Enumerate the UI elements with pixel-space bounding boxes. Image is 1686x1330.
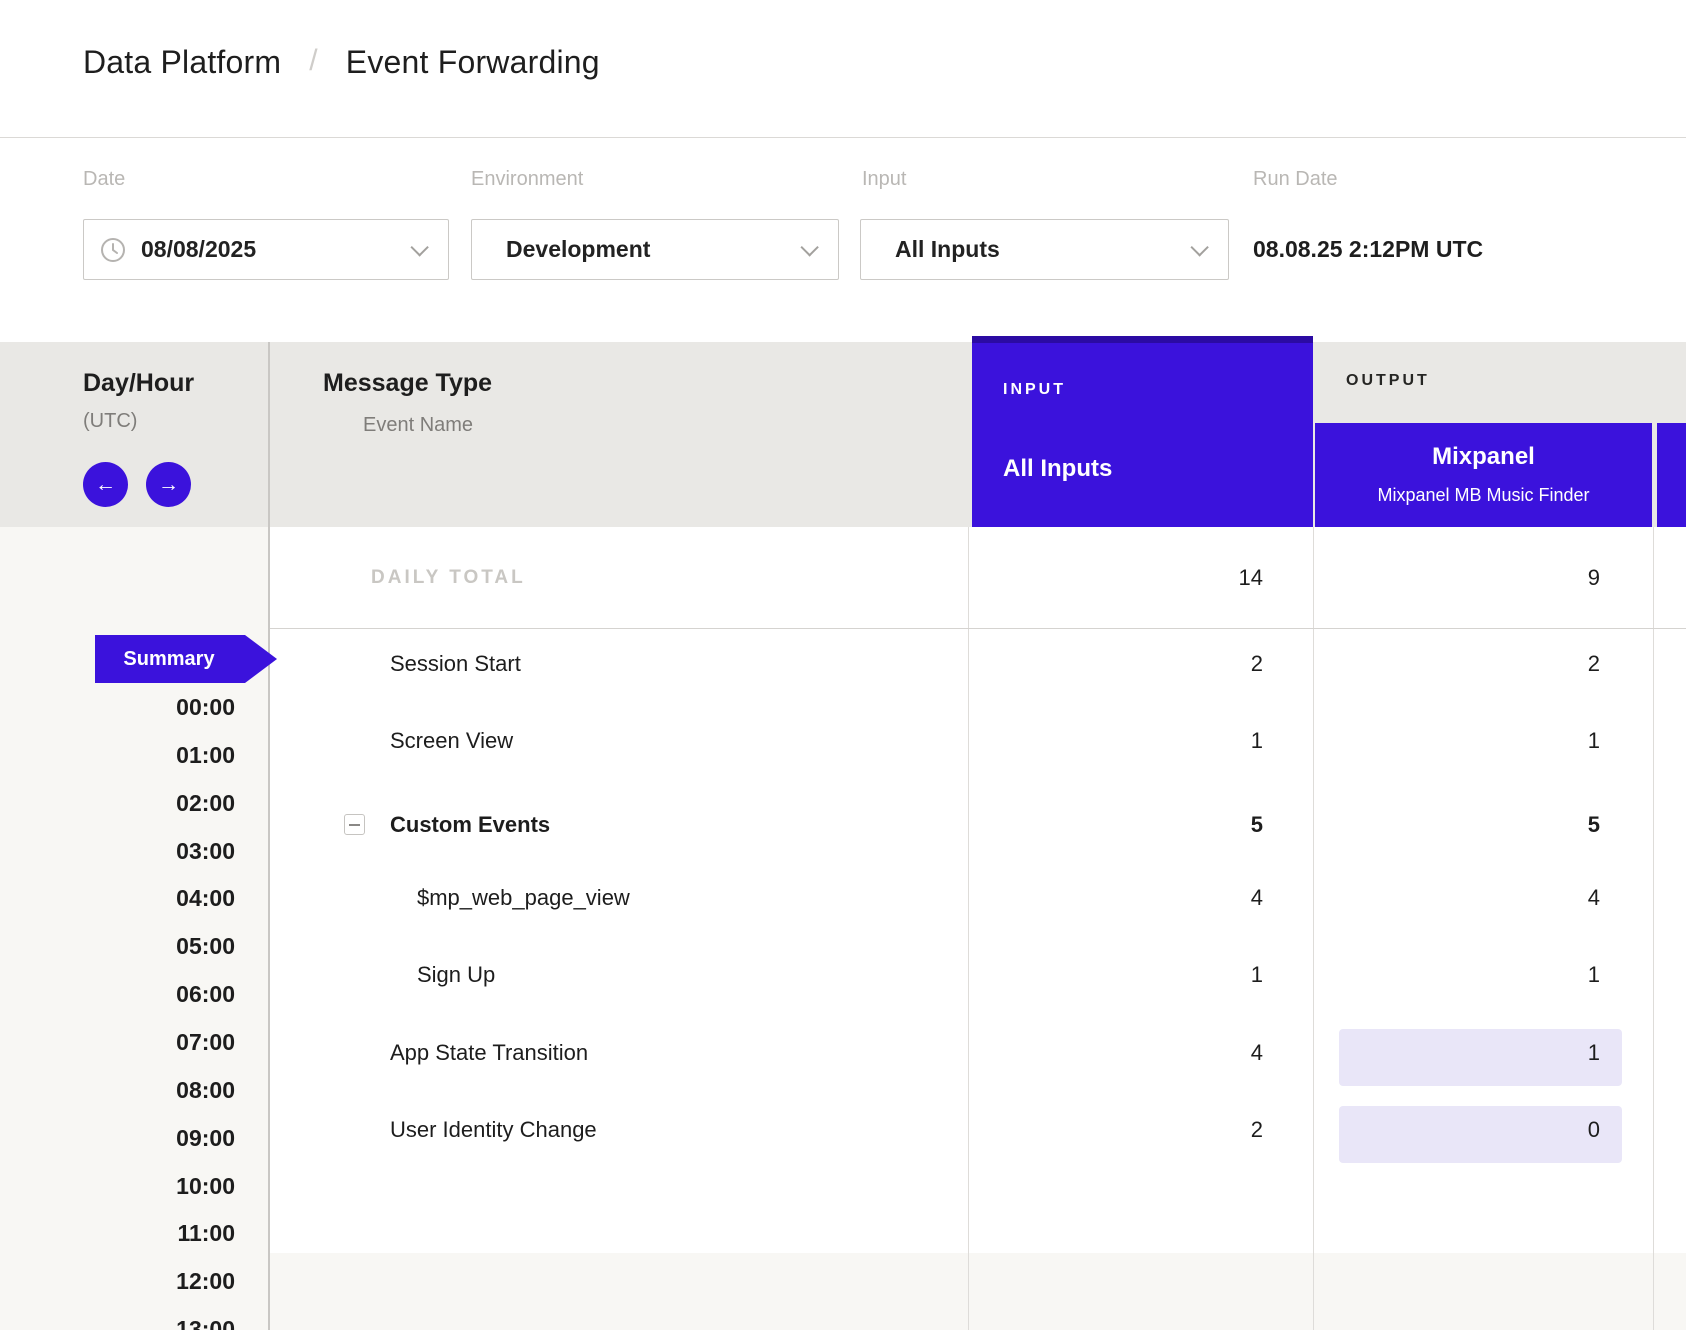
daily-total-divider [270,628,1686,629]
column-divider [1313,527,1314,1330]
output-column-subtitle: Mixpanel MB Music Finder [1315,485,1652,506]
hour-item[interactable]: 10:00 [60,1172,235,1200]
row-label: Screen View [390,726,513,756]
row-label: Sign Up [417,960,495,990]
chevron-down-icon [410,238,428,256]
cell-input-value: 4 [1013,1038,1263,1068]
row-label: App State Transition [390,1038,588,1068]
hour-item[interactable]: 08:00 [60,1076,235,1104]
input-value: All Inputs [895,236,1000,263]
page-title: Event Forwarding [346,44,600,81]
daily-total-output-value: 9 [1350,563,1600,593]
breadcrumb: Data Platform / Event Forwarding [83,44,600,81]
date-value: 08/08/2025 [141,236,256,263]
cell-output-value: 1 [1350,960,1600,990]
input-column-title: All Inputs [1003,455,1112,483]
row-label: User Identity Change [390,1115,597,1145]
daily-total-label: DAILY TOTAL [371,563,526,593]
run-date-label: Run Date [1253,168,1338,191]
row-label: Custom Events [390,810,550,840]
chevron-down-icon [800,238,818,256]
column-divider [268,342,270,1330]
hour-item[interactable]: 06:00 [60,980,235,1008]
output-column-header-cutoff [1657,423,1686,527]
day-hour-subheader: (UTC) [83,408,137,434]
hour-item[interactable]: 12:00 [60,1267,235,1295]
column-divider [1653,527,1654,1330]
run-date-value: 08.08.25 2:12PM UTC [1253,234,1483,264]
cell-input-value: 1 [1013,726,1263,756]
input-label: Input [862,168,906,191]
table-footer-area [268,1253,1686,1330]
hour-item[interactable]: 05:00 [60,932,235,960]
date-dropdown[interactable]: 08/08/2025 [83,219,449,280]
environment-label: Environment [471,168,583,191]
input-dropdown[interactable]: All Inputs [860,219,1229,280]
output-group-label: OUTPUT [1346,370,1430,392]
prev-day-button[interactable]: ← [83,462,128,507]
cell-output-value: 2 [1350,649,1600,679]
environment-value: Development [506,236,650,263]
top-bar: Data Platform / Event Forwarding [0,0,1686,138]
cell-input-value: 1 [1013,960,1263,990]
column-divider [968,527,969,1330]
cell-input-value: 5 [1013,810,1263,840]
hour-item[interactable]: 01:00 [60,741,235,769]
breadcrumb-section[interactable]: Data Platform [83,44,281,81]
hour-item[interactable]: 07:00 [60,1028,235,1056]
cell-output-value: 5 [1350,810,1600,840]
hour-item[interactable]: 03:00 [60,837,235,865]
cell-input-value: 2 [1013,1115,1263,1145]
event-name-subheader: Event Name [363,412,473,438]
output-column-title: Mixpanel [1315,443,1652,471]
cell-output-value: 1 [1350,726,1600,756]
row-label: Session Start [390,649,521,679]
chevron-down-icon [1190,238,1208,256]
hour-item[interactable]: 11:00 [60,1219,235,1247]
input-group-label: INPUT [1003,379,1066,401]
row-label: $mp_web_page_view [417,883,630,913]
day-hour-header: Day/Hour [83,368,194,398]
event-forwarding-page: Data Platform / Event Forwarding Date En… [0,0,1686,1330]
cell-output-value: 4 [1350,883,1600,913]
hour-item[interactable]: 02:00 [60,789,235,817]
cell-input-value: 2 [1013,649,1263,679]
hour-item[interactable]: 09:00 [60,1124,235,1152]
cell-output-value: 0 [1350,1115,1600,1145]
date-label: Date [83,168,125,191]
clock-icon [100,237,126,263]
input-column-header: INPUT All Inputs [972,336,1313,527]
daily-total-input-value: 14 [1013,563,1263,593]
cell-output-value: 1 [1350,1038,1600,1068]
message-type-header: Message Type [323,368,492,398]
collapse-toggle-icon[interactable] [344,814,365,835]
hour-item[interactable]: 00:00 [60,693,235,721]
hour-item[interactable]: 04:00 [60,884,235,912]
hour-item[interactable]: 13:00 [60,1315,235,1330]
summary-row-badge[interactable]: Summary [95,635,277,683]
breadcrumb-separator: / [309,44,318,78]
output-column-header: Mixpanel Mixpanel MB Music Finder [1315,423,1652,527]
environment-dropdown[interactable]: Development [471,219,839,280]
next-day-button[interactable]: → [146,462,191,507]
cell-input-value: 4 [1013,883,1263,913]
